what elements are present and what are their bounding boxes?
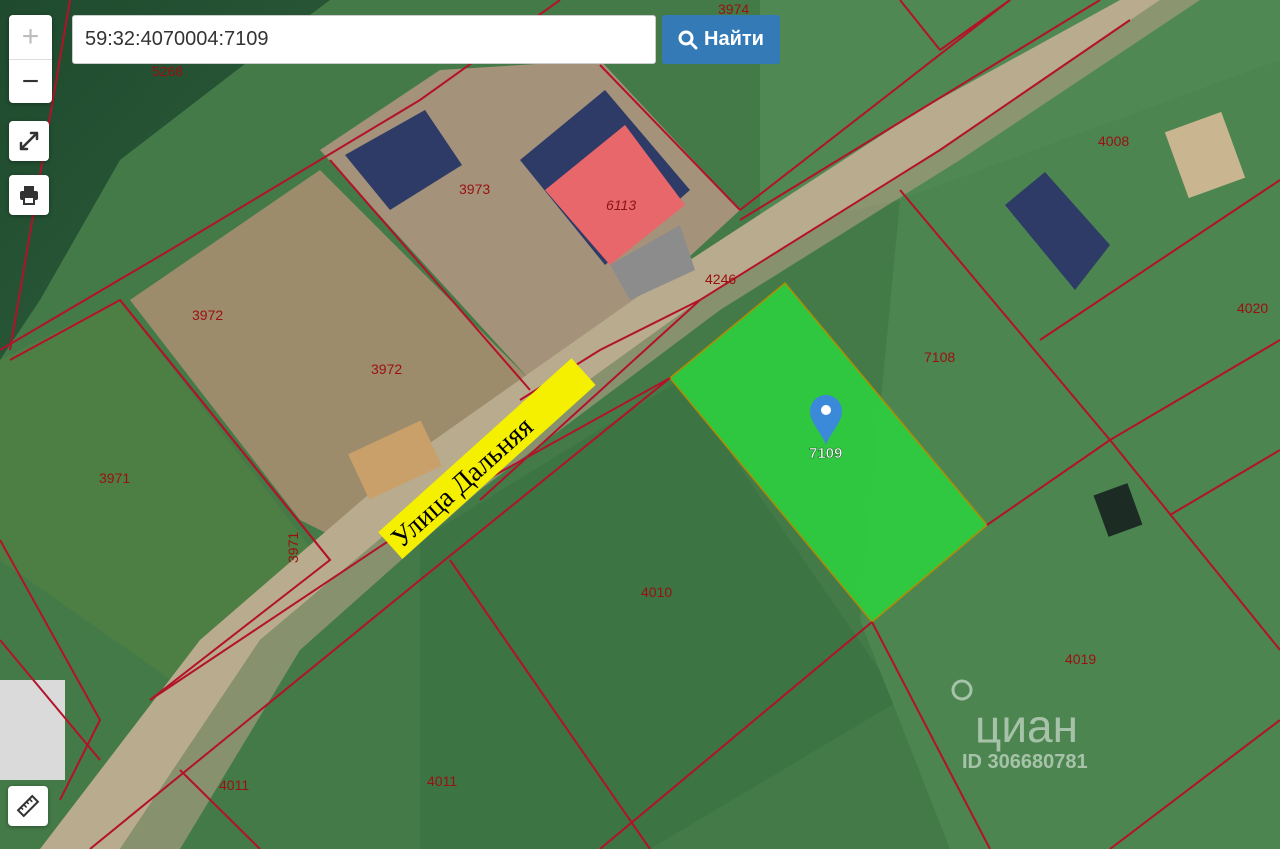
zoom-in-button[interactable]: + — [9, 15, 52, 60]
parcel-label-3973: 3973 — [459, 181, 490, 197]
cadastral-search-input[interactable] — [72, 15, 656, 64]
print-button[interactable] — [9, 175, 49, 215]
printer-icon — [20, 186, 38, 205]
measure-button[interactable] — [8, 786, 48, 826]
map-canvas[interactable]: 3974 5268 3973 4246 4008 4020 3972 3972 … — [0, 0, 1280, 849]
parcel-label-4011-a: 4011 — [219, 777, 249, 793]
watermark-brand: циан — [975, 700, 1078, 752]
zoom-out-button[interactable]: − — [9, 60, 52, 103]
search-icon — [678, 30, 698, 49]
parcel-label-3972-b: 3972 — [371, 361, 402, 377]
parcel-label-3971-b: 3971 — [285, 532, 301, 563]
parcel-label-3971-a: 3971 — [99, 470, 130, 486]
selected-parcel-label: 7109 — [809, 445, 842, 462]
watermark-id: ID 306680781 — [962, 751, 1088, 773]
building-label-6113: 6113 — [606, 197, 636, 213]
parcel-label-4008: 4008 — [1098, 133, 1129, 149]
zoom-control: + − — [9, 15, 52, 103]
parcel-label-4019: 4019 — [1065, 651, 1096, 667]
fullscreen-icon — [19, 131, 39, 151]
parcel-label-4246: 4246 — [705, 271, 736, 287]
parcel-label-4010: 4010 — [641, 584, 672, 600]
parcel-label-4020: 4020 — [1237, 300, 1268, 316]
ruler-icon — [16, 794, 40, 818]
map-pin-dot — [821, 405, 831, 415]
parcel-label-5268: 5268 — [152, 63, 183, 79]
search-button[interactable]: Найти — [662, 15, 780, 64]
parcel-label-3972-a: 3972 — [192, 307, 223, 323]
structure-southwest — [0, 680, 65, 780]
parcel-label-4011-b: 4011 — [427, 773, 457, 789]
fullscreen-button[interactable] — [9, 121, 49, 161]
search-button-label: Найти — [704, 28, 764, 50]
parcel-label-7108: 7108 — [924, 349, 955, 365]
